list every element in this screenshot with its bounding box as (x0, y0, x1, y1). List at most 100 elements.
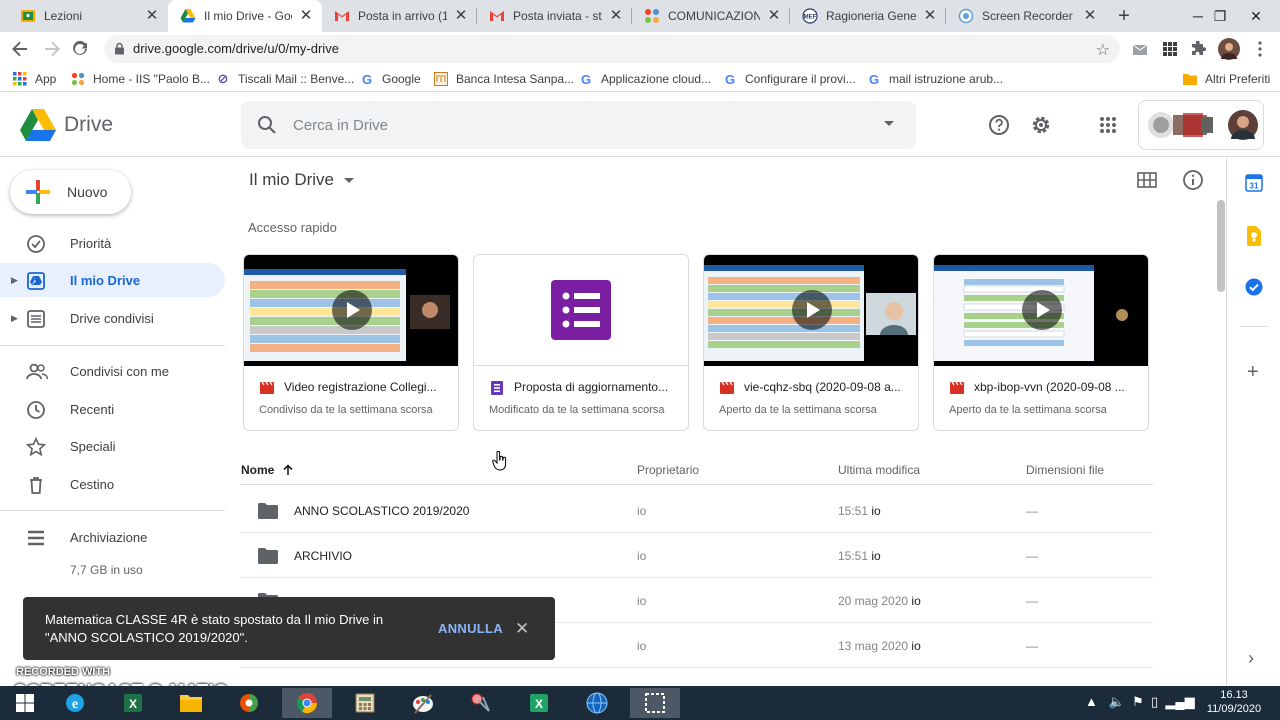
flag-icon[interactable]: ⚑ (1132, 694, 1144, 709)
undo-button[interactable]: ANNULLA (438, 621, 503, 636)
search-input[interactable] (293, 113, 853, 137)
search-icon[interactable] (256, 114, 278, 136)
sort-ascending-icon[interactable] (282, 464, 294, 476)
browser-globe-icon[interactable] (572, 688, 622, 718)
new-button[interactable]: Nuovo (10, 170, 131, 214)
tab-ragioneria[interactable]: MEF Ragioneria Generale ✕ (790, 0, 946, 32)
sidebar-item-storage[interactable]: Archiviazione (0, 520, 225, 554)
sidebar-item-my-drive[interactable]: ▶ Il mio Drive (0, 263, 225, 297)
internet-explorer-icon[interactable]: e (50, 688, 100, 718)
bookmark-mail-istruzione[interactable]: G mail istruzione arub... (866, 70, 1003, 88)
bookmark-tiscali[interactable]: ⊘ Tiscali Mail :: Benve... (215, 70, 355, 88)
tab-comunicazione[interactable]: COMUNICAZIONE ✕ (632, 0, 790, 32)
quick-access-card[interactable]: vie-cqhz-sbq (2020-09-08 a... Aperto da … (703, 254, 919, 431)
tab-drive[interactable]: Il mio Drive - Goog ✕ (168, 0, 322, 32)
search-box[interactable] (241, 101, 916, 149)
taskbar-clock[interactable]: 16.13 11/09/2020 (1196, 688, 1272, 716)
play-icon[interactable] (1022, 290, 1062, 330)
snipping-tool-icon[interactable] (456, 688, 506, 718)
search-options-dropdown-icon[interactable] (884, 121, 894, 126)
column-modified[interactable]: Ultima modifica (838, 463, 920, 477)
extensions-puzzle-icon[interactable] (1188, 39, 1208, 59)
excel-window-icon[interactable]: X (514, 688, 564, 718)
sidebar-item-shared-with-me[interactable]: Condivisi con me (0, 354, 225, 388)
sidebar-item-recent[interactable]: Recenti (0, 392, 225, 426)
excel-taskbar-icon[interactable]: X (108, 688, 158, 718)
tab-screen-recorder[interactable]: Screen Recorder | S ✕ (946, 0, 1106, 32)
paint-app-icon[interactable] (398, 688, 448, 718)
close-icon[interactable]: ✕ (608, 8, 624, 24)
google-apps-icon[interactable] (1096, 113, 1120, 137)
quick-access-card[interactable]: xbp-ibop-vvn (2020-09-08 ... Aperto da t… (933, 254, 1149, 431)
scrollbar[interactable] (1217, 200, 1225, 292)
bookmark-intesa[interactable]: Banca Intesa Sanpa... (433, 70, 574, 88)
extension-grid-icon[interactable] (1160, 39, 1180, 59)
bookmark-iis-home[interactable]: Home - IIS "Paolo B... (70, 70, 210, 88)
expand-arrow-icon[interactable]: ▶ (11, 313, 18, 324)
extension-mail-icon[interactable] (1130, 39, 1150, 59)
breadcrumb[interactable]: Il mio Drive (249, 170, 355, 190)
tab-lezioni[interactable]: Lezioni ✕ (8, 0, 168, 32)
drive-brand[interactable]: Drive (64, 113, 113, 137)
other-bookmarks[interactable]: Altri Preferiti (1182, 70, 1270, 88)
add-addon-plus-icon[interactable]: + (1247, 362, 1259, 382)
expand-arrow-icon[interactable]: ▶ (11, 275, 18, 286)
grid-view-icon[interactable] (1137, 172, 1157, 188)
system-tray[interactable]: ▲ 🔈 ⚑ ▯ ▂▄▆ (1085, 694, 1195, 710)
chevron-right-icon[interactable]: › (1248, 648, 1254, 669)
info-icon[interactable] (1182, 169, 1204, 191)
chrome-taskbar-icon[interactable] (282, 688, 332, 718)
device-icon[interactable]: ▯ (1151, 694, 1158, 709)
bookmark-cloud-app[interactable]: G Applicazione cloud... (578, 70, 711, 88)
back-icon[interactable] (8, 37, 32, 61)
bookmark-configure[interactable]: G Configurare il provi... (722, 70, 856, 88)
account-switcher[interactable] (1138, 100, 1264, 150)
volume-icon[interactable]: 🔈 (1109, 694, 1125, 709)
bookmark-apps[interactable]: App (12, 70, 56, 88)
file-explorer-icon[interactable] (166, 688, 216, 718)
tasks-icon[interactable] (1245, 278, 1263, 296)
sidebar-item-priority[interactable]: Priorità (0, 226, 225, 260)
close-icon[interactable]: ✕ (766, 8, 782, 24)
network-icon[interactable]: ▂▄▆ (1165, 694, 1194, 709)
help-icon[interactable] (987, 113, 1011, 137)
reload-icon[interactable] (68, 37, 92, 61)
play-icon[interactable] (792, 290, 832, 330)
close-icon[interactable]: ✕ (515, 619, 529, 639)
profile-avatar[interactable] (1218, 38, 1240, 60)
column-name[interactable]: Nome (241, 463, 294, 477)
bookmark-google[interactable]: G Google (359, 70, 421, 88)
tray-expand-icon[interactable]: ▲ (1085, 694, 1098, 709)
tab-gmail-sent[interactable]: Posta inviata - stud ✕ (477, 0, 632, 32)
new-tab-button[interactable]: + (1112, 4, 1136, 28)
bookmark-star-icon[interactable]: ☆ (1096, 40, 1110, 60)
calendar-icon[interactable]: 31 (1245, 174, 1263, 192)
restore-icon[interactable]: ❐ (1200, 0, 1240, 32)
file-row[interactable]: ARCHIVIO io 15:51 io — (240, 533, 1153, 578)
calculator-app-icon[interactable] (340, 688, 390, 718)
keep-icon[interactable] (1246, 226, 1262, 246)
forward-icon[interactable] (40, 37, 64, 61)
close-icon[interactable]: ✕ (922, 8, 938, 24)
column-size[interactable]: Dimensioni file (1026, 463, 1104, 477)
tab-gmail-inbox[interactable]: Posta in arrivo (1) - ✕ (322, 0, 477, 32)
close-icon[interactable]: ✕ (144, 8, 160, 24)
close-icon[interactable]: ✕ (1082, 8, 1098, 24)
file-row[interactable]: ANNO SCOLASTICO 2019/2020 io 15:51 io — (240, 488, 1153, 533)
address-bar[interactable]: drive.google.com/drive/u/0/my-drive ☆ (104, 35, 1120, 63)
quick-access-card[interactable]: Video registrazione Collegi... Condiviso… (243, 254, 459, 431)
screen-capture-icon[interactable] (630, 688, 680, 718)
close-icon[interactable]: ✕ (298, 8, 314, 24)
sidebar-item-trash[interactable]: Cestino (0, 467, 225, 501)
sidebar-item-starred[interactable]: Speciali (0, 429, 225, 463)
app-swirl-icon[interactable] (224, 688, 274, 718)
column-owner[interactable]: Proprietario (637, 463, 699, 477)
sidebar-item-shared-drives[interactable]: ▶ Drive condivisi (0, 301, 225, 335)
window-close-icon[interactable]: ✕ (1236, 0, 1276, 32)
play-icon[interactable] (332, 290, 372, 330)
close-icon[interactable]: ✕ (453, 8, 469, 24)
start-windows-icon[interactable] (0, 688, 50, 718)
settings-gear-icon[interactable] (1029, 113, 1053, 137)
browser-menu-icon[interactable] (1250, 39, 1270, 59)
quick-access-card[interactable]: Proposta di aggiornamento... Modificato … (473, 254, 689, 431)
